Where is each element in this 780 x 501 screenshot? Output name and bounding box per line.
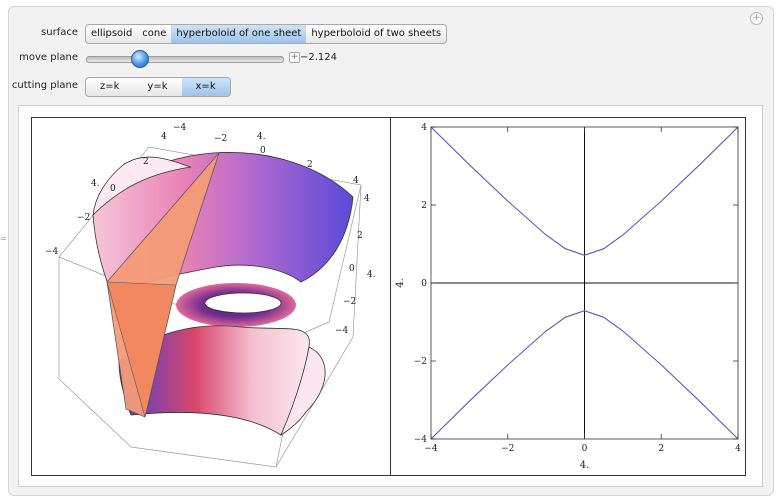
right-axis-tick: 4 <box>364 194 370 204</box>
move-plane-slider-thumb[interactable] <box>130 50 149 68</box>
left-axis-tick: −4 <box>45 247 59 257</box>
y-tick-label: −2 <box>414 357 427 367</box>
surface-label: surface <box>41 27 78 38</box>
surface-option-hyperboloid-one-sheet[interactable]: hyperboloid of one sheet <box>171 25 307 43</box>
cutting-plane-selector[interactable]: z=k y=k x=k <box>85 77 231 97</box>
y-axis-label: 4. <box>395 278 406 288</box>
surface-3d-plot[interactable]: −4 −2 4. 0 2 4 4 2 4. 0 −2 −4 4 2 0 4. −… <box>31 117 390 474</box>
left-axis-tick: 4. <box>91 179 100 189</box>
x-axis-label: 4. <box>580 460 590 471</box>
x-tick-label: 0 <box>582 444 588 454</box>
plus-circle-icon[interactable]: + <box>750 12 763 25</box>
y-tick-label: 2 <box>421 201 427 211</box>
cross-section-chart[interactable]: −4 −2 0 2 4 −4 −2 0 2 4 4. 4. <box>391 117 744 474</box>
slider-expand-icon[interactable]: + <box>289 52 300 63</box>
cutting-plane-option-y[interactable]: y=k <box>133 78 181 96</box>
right-axis-tick: 0 <box>349 264 355 274</box>
top-axis-tick: −4 <box>173 123 187 133</box>
top-axis-tick: 4. <box>257 132 266 142</box>
top-axis-tick: 0 <box>260 146 266 156</box>
right-axis-tick: 2 <box>357 231 363 241</box>
surface-option-hyperboloid-two-sheets[interactable]: hyperboloid of two sheets <box>306 25 446 43</box>
surface-option-cone[interactable]: cone <box>137 25 171 43</box>
left-axis-tick: 4 <box>161 132 167 142</box>
y-tick-label: 0 <box>421 279 427 289</box>
frame-marker: = <box>0 234 7 243</box>
left-axis-tick: 2 <box>143 157 149 167</box>
top-axis-tick: 4 <box>353 176 359 186</box>
cutting-plane-option-z[interactable]: z=k <box>86 78 133 96</box>
x-tick-label: −2 <box>501 444 514 454</box>
surface-option-ellipsoid[interactable]: ellipsoid <box>86 25 137 43</box>
surface-throat-hole <box>204 292 282 314</box>
move-plane-value: −2.124 <box>300 52 338 63</box>
x-tick-label: 4 <box>735 444 741 454</box>
y-tick-label: −4 <box>414 435 428 445</box>
move-plane-label: move plane <box>19 52 78 63</box>
left-axis-tick: 0 <box>110 184 116 194</box>
move-plane-slider[interactable] <box>86 56 284 63</box>
x-tick-label: 2 <box>658 444 664 454</box>
right-axis-tick: −4 <box>335 326 349 336</box>
cutting-plane-option-x[interactable]: x=k <box>181 78 230 96</box>
right-axis-tick: 4. <box>367 270 376 280</box>
top-axis-tick: 2 <box>307 160 313 170</box>
y-tick-label: 4 <box>421 123 427 133</box>
cutting-plane-label: cutting plane <box>11 80 78 91</box>
x-tick-label: −4 <box>424 444 438 454</box>
surface-selector[interactable]: ellipsoid cone hyperboloid of one sheet … <box>85 24 448 44</box>
left-axis-tick: −2 <box>77 213 90 223</box>
top-axis-tick: −2 <box>214 134 227 144</box>
right-axis-tick: −2 <box>343 297 356 307</box>
